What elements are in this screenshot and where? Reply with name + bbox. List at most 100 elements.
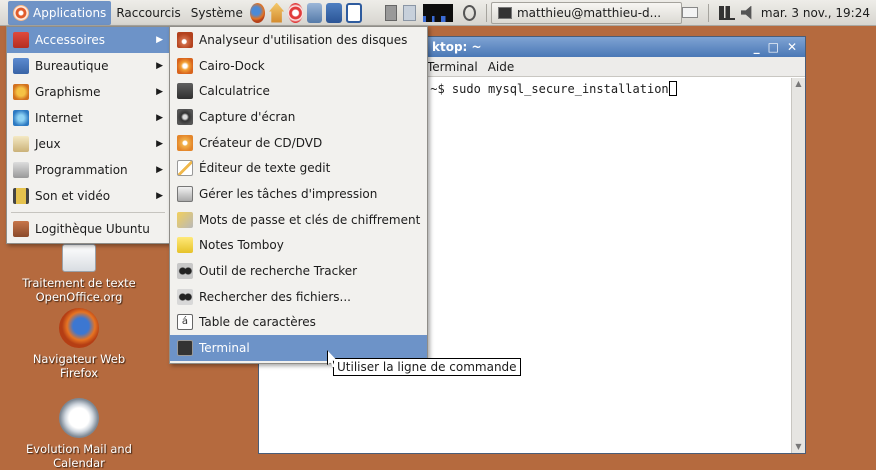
network-icon[interactable] <box>718 5 735 20</box>
cd-burner-icon <box>177 134 193 151</box>
submenu-item-label: Cairo-Dock <box>199 58 265 73</box>
home-folder-launcher-icon[interactable] <box>269 2 285 23</box>
window-controls: _ □ ✕ <box>754 37 805 57</box>
submenu-item-print-jobs[interactable]: Gérer les tâches d'impression <box>170 181 427 207</box>
menu-item-office[interactable]: Bureautique ▶ <box>7 53 169 79</box>
submenu-arrow-icon: ▶ <box>156 35 163 45</box>
submenu-item-disk-usage[interactable]: Analyseur d'utilisation des disques <box>170 27 427 53</box>
tooltip: Utiliser la ligne de commande <box>333 358 521 376</box>
submenu-item-tracker-search[interactable]: Outil de recherche Tracker <box>170 258 427 284</box>
scroll-up-arrow-icon[interactable]: ▲ <box>792 78 805 90</box>
desktop-icon-label: Evolution Mail and Calendar <box>26 442 132 470</box>
menu-item-label: Graphisme <box>35 85 101 99</box>
scroll-down-arrow-icon[interactable]: ▼ <box>792 441 805 453</box>
volume-icon[interactable] <box>740 5 752 20</box>
sound-video-icon <box>13 188 29 204</box>
tracker-search-icon <box>177 263 193 280</box>
tray-separator <box>707 3 709 22</box>
disk-usage-icon <box>177 31 193 48</box>
submenu-arrow-icon: ▶ <box>156 139 163 149</box>
calculator-icon <box>177 83 193 100</box>
system-tray: mar. 3 nov., 19:24 <box>681 3 876 22</box>
ubuntu-logo-icon <box>13 4 29 21</box>
firefox-icon <box>59 308 99 348</box>
file-search-icon <box>177 288 193 305</box>
terminal-menu-help[interactable]: Aide <box>488 60 515 74</box>
menu-item-internet[interactable]: Internet ▶ <box>7 105 169 131</box>
internet-icon <box>13 110 29 126</box>
screenshot-icon <box>177 108 193 125</box>
cairo-dock-icon <box>177 57 193 74</box>
minimize-icon[interactable]: _ <box>754 37 760 57</box>
firefox-launcher-icon[interactable] <box>249 2 266 23</box>
maximize-icon[interactable]: □ <box>768 37 779 57</box>
menu-item-label: Son et vidéo <box>35 189 111 203</box>
menu-item-label: Jeux <box>35 137 61 151</box>
submenu-item-label: Analyseur d'utilisation des disques <box>199 32 408 47</box>
close-icon[interactable]: ✕ <box>787 37 797 57</box>
workspace-icon[interactable] <box>403 4 416 21</box>
terminal-scrollbar[interactable]: ▲ ▼ <box>791 78 805 453</box>
screenshot-launcher-icon[interactable] <box>307 2 323 23</box>
submenu-arrow-icon: ▶ <box>156 165 163 175</box>
submenu-item-label: Notes Tomboy <box>199 238 284 253</box>
power-icon[interactable] <box>463 4 477 21</box>
window-launcher-icon[interactable] <box>326 2 342 23</box>
programming-icon <box>13 162 29 178</box>
menu-separator <box>11 212 165 213</box>
applications-label: Applications <box>33 5 107 20</box>
submenu-item-calculator[interactable]: Calculatrice <box>170 78 427 104</box>
system-menu-button[interactable]: Système <box>186 1 248 25</box>
submenu-item-label: Gérer les tâches d'impression <box>199 186 378 201</box>
menu-item-programming[interactable]: Programmation ▶ <box>7 157 169 183</box>
menu-item-games[interactable]: Jeux ▶ <box>7 131 169 157</box>
panel-separator <box>486 3 487 22</box>
submenu-item-label: Terminal <box>199 341 250 356</box>
mail-icon[interactable] <box>681 7 698 18</box>
help-launcher-icon[interactable] <box>288 2 304 23</box>
taskbar-terminal-button[interactable]: matthieu@matthieu-d... <box>490 1 682 24</box>
text-editor-icon <box>177 160 193 177</box>
show-desktop-icon[interactable] <box>384 4 398 21</box>
menu-item-accessories[interactable]: Accessoires ▶ <box>7 27 169 53</box>
submenu-item-label: Capture d'écran <box>199 109 296 124</box>
menu-item-graphics[interactable]: Graphisme ▶ <box>7 79 169 105</box>
text-cursor <box>668 81 677 96</box>
submenu-item-passwords-keys[interactable]: Mots de passe et clés de chiffrement <box>170 207 427 233</box>
top-panel: Applications Raccourcis Système matthieu… <box>0 0 876 26</box>
character-map-icon: á <box>177 314 193 331</box>
desktop-icon-openoffice-writer[interactable]: Traitement de texte OpenOffice.org <box>19 244 139 304</box>
keys-icon <box>177 211 193 228</box>
submenu-item-label: Outil de recherche Tracker <box>199 264 358 279</box>
software-center-icon <box>13 221 29 237</box>
submenu-item-screenshot[interactable]: Capture d'écran <box>170 104 427 130</box>
graphics-icon <box>13 84 29 100</box>
system-monitor-graph[interactable] <box>422 3 454 22</box>
clock[interactable]: mar. 3 nov., 19:24 <box>761 6 870 20</box>
desktop-icon-firefox[interactable]: Navigateur Web Firefox <box>19 308 139 380</box>
printer-icon <box>177 185 193 202</box>
menu-item-sound-video[interactable]: Son et vidéo ▶ <box>7 183 169 209</box>
window-list-launcher-icon[interactable] <box>345 2 362 23</box>
submenu-item-tomboy-notes[interactable]: Notes Tomboy <box>170 233 427 259</box>
evolution-clock-icon <box>59 398 99 438</box>
document-icon <box>62 244 96 272</box>
submenu-item-character-map[interactable]: á Table de caractères <box>170 310 427 336</box>
submenu-item-text-editor[interactable]: Éditeur de texte gedit <box>170 155 427 181</box>
menu-item-label: Accessoires <box>35 33 106 47</box>
submenu-item-file-search[interactable]: Rechercher des fichiers... <box>170 284 427 310</box>
applications-menu-button[interactable]: Applications <box>8 0 112 25</box>
submenu-arrow-icon: ▶ <box>156 113 163 123</box>
places-menu-button[interactable]: Raccourcis <box>111 1 185 25</box>
desktop-icon-evolution[interactable]: Evolution Mail and Calendar <box>19 398 139 470</box>
menu-item-software-center[interactable]: Logithèque Ubuntu <box>7 216 169 242</box>
submenu-item-cairo-dock[interactable]: Cairo-Dock <box>170 53 427 79</box>
submenu-item-label: Éditeur de texte gedit <box>199 161 331 176</box>
menu-item-label: Internet <box>35 111 83 125</box>
submenu-item-label: Table de caractères <box>199 315 316 330</box>
menu-item-label: Bureautique <box>35 59 109 73</box>
submenu-item-cd-burner[interactable]: Créateur de CD/DVD <box>170 130 427 156</box>
submenu-arrow-icon: ▶ <box>156 61 163 71</box>
desktop-icon-label: Navigateur Web Firefox <box>32 352 126 380</box>
submenu-item-label: Rechercher des fichiers... <box>199 289 351 304</box>
